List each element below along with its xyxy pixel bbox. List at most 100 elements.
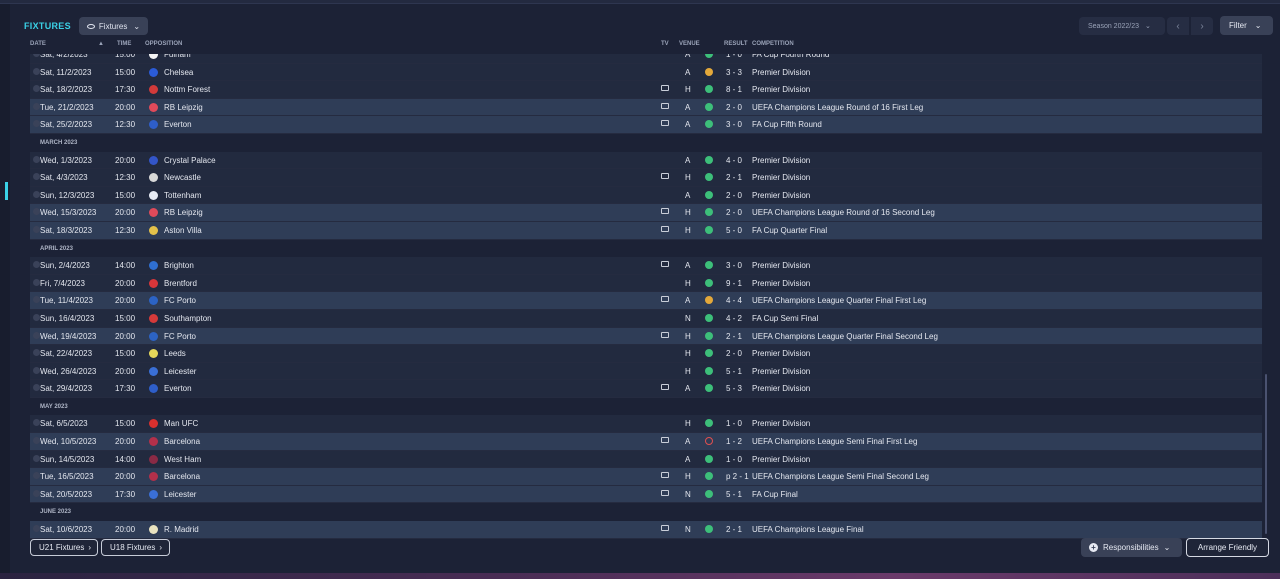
column-opposition[interactable]: OPPOSITION — [145, 41, 182, 47]
opposition-name[interactable]: Nottm Forest — [164, 85, 210, 94]
fixture-competition[interactable]: FA Cup Fifth Round — [752, 120, 822, 129]
fixtures-table[interactable]: Sat, 4/2/2023 15:00 Fulham A 1 - 0 FA Cup Fou… — [30, 54, 1262, 539]
fixture-result[interactable]: 1 - 0 — [726, 54, 742, 59]
fixture-result[interactable]: 2 - 0 — [726, 349, 742, 358]
opposition-name[interactable]: Southampton — [164, 314, 212, 323]
select-check-icon[interactable] — [33, 366, 40, 374]
fixture-competition[interactable]: FA Cup Final — [752, 490, 798, 499]
fixture-result[interactable]: 2 - 0 — [726, 208, 742, 217]
table-row[interactable]: Sat, 20/5/2023 17:30 Leicester N 5 - 1 FA Cup… — [30, 485, 1262, 504]
select-check-icon[interactable] — [33, 173, 40, 181]
select-check-icon[interactable] — [33, 85, 40, 93]
opposition-name[interactable]: Barcelona — [164, 437, 200, 446]
fixture-competition[interactable]: UEFA Champions League Round of 16 Second… — [752, 208, 935, 217]
fixture-competition[interactable]: UEFA Champions League Quarter Final Firs… — [752, 296, 926, 305]
select-check-icon[interactable] — [33, 525, 40, 533]
table-row[interactable]: Tue, 11/4/2023 20:00 FC Porto A 4 - 4 UEFA Ch… — [30, 292, 1262, 310]
fixture-competition[interactable]: Premier Division — [752, 156, 810, 165]
fixture-result[interactable]: 5 - 1 — [726, 367, 742, 376]
table-row[interactable]: Tue, 16/5/2023 20:00 Barcelona Hp 2 - 1 UEFA… — [30, 468, 1262, 486]
opposition-name[interactable]: Brighton — [164, 261, 194, 270]
opposition-name[interactable]: Leicester — [164, 367, 196, 376]
opposition-name[interactable]: FC Porto — [164, 332, 196, 341]
column-venue[interactable]: VENUE — [679, 41, 700, 47]
fixture-competition[interactable]: UEFA Champions League Semi Final First L… — [752, 437, 917, 446]
opposition-name[interactable]: FC Porto — [164, 296, 196, 305]
opposition-name[interactable]: RB Leipzig — [164, 103, 203, 112]
table-row[interactable]: Sat, 29/4/2023 17:30 Everton A 5 - 3 Premier … — [30, 380, 1262, 398]
opposition-name[interactable]: Brentford — [164, 279, 197, 288]
table-row[interactable]: Sat, 10/6/2023 20:00 R. Madrid N 2 - 1 UEFA C… — [30, 521, 1262, 539]
select-check-icon[interactable] — [33, 489, 40, 497]
select-check-icon[interactable] — [33, 472, 40, 480]
fixture-competition[interactable]: Premier Division — [752, 384, 810, 393]
fixture-result[interactable]: 5 - 3 — [726, 384, 742, 393]
season-selector[interactable]: Season 2022/23 ⌄ — [1079, 17, 1165, 35]
table-row[interactable]: Sat, 22/4/2023 15:00 Leeds H 2 - 0 Premier Di… — [30, 345, 1262, 363]
opposition-name[interactable]: R. Madrid — [164, 525, 199, 534]
fixture-result[interactable]: 2 - 1 — [726, 525, 742, 534]
select-check-icon[interactable] — [33, 102, 40, 110]
opposition-name[interactable]: Everton — [164, 120, 192, 129]
table-row[interactable]: Sat, 6/5/2023 15:00 Man UFC H 1 - 0 Premier D… — [30, 415, 1262, 434]
column-result[interactable]: RESULT — [724, 41, 748, 47]
select-check-icon[interactable] — [33, 278, 40, 286]
fixture-result[interactable]: 4 - 0 — [726, 156, 742, 165]
fixture-result[interactable]: 3 - 0 — [726, 261, 742, 270]
table-row[interactable]: Sat, 4/3/2023 12:30 Newcastle H 2 - 1 Premier… — [30, 169, 1262, 187]
column-time[interactable]: TIME — [117, 41, 131, 47]
opposition-name[interactable]: Everton — [164, 384, 192, 393]
fixture-competition[interactable]: FA Cup Quarter Final — [752, 226, 827, 235]
opposition-name[interactable]: Crystal Palace — [164, 156, 216, 165]
opposition-name[interactable]: Leicester — [164, 490, 196, 499]
fixture-result[interactable]: 1 - 2 — [726, 437, 742, 446]
fixture-competition[interactable]: Premier Division — [752, 68, 810, 77]
fixture-result[interactable]: 5 - 0 — [726, 226, 742, 235]
fixture-result[interactable]: 1 - 0 — [726, 455, 742, 464]
fixture-competition[interactable]: FA Cup Fourth Round — [752, 54, 829, 59]
opposition-name[interactable]: RB Leipzig — [164, 208, 203, 217]
select-check-icon[interactable] — [33, 67, 40, 75]
opposition-name[interactable]: Chelsea — [164, 68, 193, 77]
column-date[interactable]: DATE — [30, 41, 46, 47]
fixture-competition[interactable]: Premier Division — [752, 191, 810, 200]
opposition-name[interactable]: Aston Villa — [164, 226, 202, 235]
select-check-icon[interactable] — [33, 54, 40, 57]
opposition-name[interactable]: Newcastle — [164, 173, 201, 182]
select-check-icon[interactable] — [33, 261, 40, 269]
fixture-competition[interactable]: UEFA Champions League Semi Final Second … — [752, 472, 929, 481]
fixture-result[interactable]: 2 - 1 — [726, 332, 742, 341]
fixture-competition[interactable]: UEFA Champions League Final — [752, 525, 864, 534]
fixture-result[interactable]: 3 - 0 — [726, 120, 742, 129]
column-competition[interactable]: COMPETITION — [752, 41, 794, 47]
fixture-result[interactable]: 5 - 1 — [726, 490, 742, 499]
arrange-friendly-button[interactable]: Arrange Friendly — [1186, 538, 1269, 557]
opposition-name[interactable]: Barcelona — [164, 472, 200, 481]
table-row[interactable]: Sat, 4/2/2023 15:00 Fulham A 1 - 0 FA Cup Fou… — [30, 54, 1262, 64]
table-row[interactable]: Sat, 18/2/2023 17:30 Nottm Forest H 8 - 1 Pre… — [30, 81, 1262, 99]
select-check-icon[interactable] — [33, 208, 40, 216]
previous-season-button[interactable]: ‹ — [1167, 17, 1189, 35]
select-check-icon[interactable] — [33, 454, 40, 462]
select-check-icon[interactable] — [33, 331, 40, 339]
select-check-icon[interactable] — [33, 349, 40, 357]
u18-fixtures-button[interactable]: U18 Fixtures › — [101, 539, 170, 556]
fixture-result[interactable]: p 2 - 1 — [726, 472, 749, 481]
fixture-competition[interactable]: Premier Division — [752, 419, 810, 428]
fixture-result[interactable]: 4 - 4 — [726, 296, 742, 305]
opposition-name[interactable]: West Ham — [164, 455, 201, 464]
fixture-competition[interactable]: Premier Division — [752, 261, 810, 270]
select-check-icon[interactable] — [33, 384, 40, 392]
fixture-result[interactable]: 8 - 1 — [726, 85, 742, 94]
fixture-result[interactable]: 3 - 3 — [726, 68, 742, 77]
fixture-result[interactable]: 4 - 2 — [726, 314, 742, 323]
table-row[interactable]: Sat, 18/3/2023 12:30 Aston Villa H 5 - 0 FA C… — [30, 221, 1262, 240]
table-row[interactable]: Wed, 1/3/2023 20:00 Crystal Palace A 4 - 0 Pr… — [30, 151, 1262, 170]
fixture-competition[interactable]: Premier Division — [752, 173, 810, 182]
select-check-icon[interactable] — [33, 155, 40, 163]
opposition-name[interactable]: Man UFC — [164, 419, 198, 428]
fixture-competition[interactable]: Premier Division — [752, 349, 810, 358]
table-row[interactable]: Tue, 21/2/2023 20:00 RB Leipzig A 2 - 0 UEFA … — [30, 98, 1262, 117]
fixture-competition[interactable]: FA Cup Semi Final — [752, 314, 818, 323]
table-row[interactable]: Sun, 14/5/2023 14:00 West Ham A 1 - 0 Premier… — [30, 450, 1262, 469]
